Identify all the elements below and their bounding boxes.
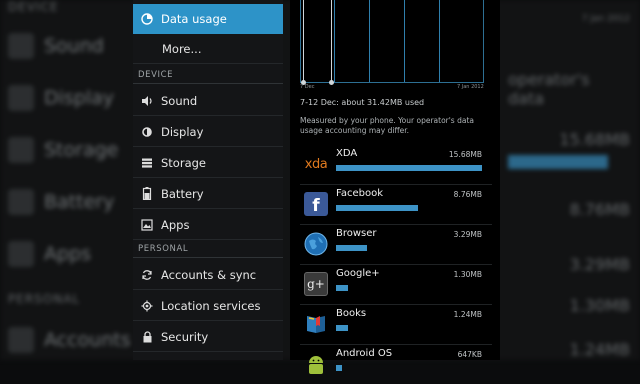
- bg-item: Sound: [8, 26, 104, 66]
- bg-item: Apps: [8, 234, 91, 274]
- settings-item-security[interactable]: Security: [133, 322, 283, 352]
- data-usage-detail: 7 Dec 7 Jan 2012 7-12 Dec: about 31.42MB…: [290, 0, 500, 374]
- bg-item: Display: [8, 78, 114, 118]
- range-summary: 7-12 Dec: about 31.42MB used: [300, 98, 425, 107]
- app-name: Android OS: [336, 348, 393, 359]
- measurement-note: Measured by your phone. Your operator's …: [300, 116, 474, 135]
- books-icon: [304, 312, 328, 336]
- section-header-personal: PERSONAL: [138, 244, 189, 254]
- chart-end-label: 7 Jan 2012: [457, 84, 484, 90]
- settings-item-label: Apps: [161, 217, 190, 232]
- settings-item-label: Sound: [161, 93, 198, 108]
- divider: [133, 83, 283, 84]
- google-plus-icon: g+: [304, 272, 328, 296]
- section-header-device: DEVICE: [138, 70, 174, 80]
- cycle-end-marker: [331, 0, 332, 82]
- bg-item: Storage: [8, 130, 118, 170]
- usage-bar: [336, 205, 418, 211]
- bg-left-list: DEVICE Sound Display Storage Battery App…: [0, 0, 131, 360]
- sync-icon: [140, 268, 154, 282]
- app-row-browser[interactable]: Browser 3.29MB: [300, 224, 492, 265]
- settings-item-data-usage[interactable]: Data usage: [133, 4, 283, 34]
- app-row-facebook[interactable]: f Facebook 8.76MB: [300, 184, 492, 225]
- usage-bar: [336, 365, 342, 371]
- app-size: 15.68MB: [448, 150, 482, 159]
- bg-section-personal: PERSONAL: [8, 292, 81, 306]
- settings-item-label: Security: [161, 329, 209, 344]
- settings-item-label: Data usage: [161, 12, 227, 26]
- battery-icon: [140, 187, 154, 201]
- settings-item-accounts-sync[interactable]: Accounts & sync: [133, 260, 283, 290]
- bg-item: Battery: [8, 182, 114, 222]
- bg-section-device: DEVICE: [8, 0, 59, 14]
- app-row-xda[interactable]: xda XDA 15.68MB: [300, 144, 492, 185]
- data-usage-icon: [140, 12, 154, 26]
- settings-item-storage[interactable]: Storage: [133, 148, 283, 178]
- settings-item-more[interactable]: More...: [133, 34, 283, 64]
- location-icon: [140, 299, 154, 313]
- settings-item-label: Storage: [161, 155, 206, 170]
- sound-icon: [140, 94, 154, 108]
- chart-start-label: 7 Dec: [300, 84, 315, 90]
- app-name: XDA: [336, 148, 358, 159]
- app-size: 1.30MB: [453, 270, 482, 279]
- app-name: Facebook: [336, 188, 383, 199]
- settings-item-label: More...: [162, 41, 202, 56]
- app-size: 647KB: [457, 350, 482, 359]
- settings-item-display[interactable]: Display: [133, 117, 283, 147]
- usage-bar: [336, 245, 367, 251]
- usage-bar: [336, 325, 348, 331]
- facebook-icon: f: [304, 192, 328, 216]
- app-name: Browser: [336, 228, 377, 239]
- lock-icon: [140, 330, 154, 344]
- settings-item-label: Display: [161, 124, 204, 139]
- app-row-google-plus[interactable]: g+ Google+ 1.30MB: [300, 264, 492, 305]
- globe-icon: [304, 232, 328, 256]
- end-handle[interactable]: [329, 80, 334, 85]
- app-name: Books: [336, 308, 367, 319]
- settings-item-battery[interactable]: Battery: [133, 179, 283, 209]
- apps-icon: [140, 218, 154, 232]
- cycle-start-marker: [303, 0, 304, 82]
- settings-item-apps[interactable]: Apps: [133, 210, 283, 240]
- app-size: 3.29MB: [453, 230, 482, 239]
- settings-item-label: Location services: [161, 298, 261, 313]
- bg-item: Accounts: [8, 320, 131, 360]
- settings-item-label: Accounts & sync: [161, 267, 257, 282]
- display-icon: [140, 125, 154, 139]
- usage-bar: [336, 165, 482, 171]
- usage-bar: [336, 285, 349, 291]
- settings-item-location[interactable]: Location services: [133, 291, 283, 321]
- bg-right-pane: 7 Jan 2012 operator's data 15.68MB 8.76M…: [508, 14, 630, 359]
- settings-list: Data usage More... DEVICE Sound Display …: [133, 0, 283, 360]
- settings-item-sound[interactable]: Sound: [133, 86, 283, 116]
- storage-icon: [140, 156, 154, 170]
- xda-logo-icon: xda: [304, 156, 328, 172]
- app-size: 8.76MB: [453, 190, 482, 199]
- android-icon: [304, 352, 328, 376]
- app-row-books[interactable]: Books 1.24MB: [300, 304, 492, 345]
- app-row-android-os[interactable]: Android OS 647KB: [300, 344, 492, 384]
- settings-item-label: Battery: [161, 186, 204, 201]
- divider: [133, 257, 283, 258]
- usage-chart[interactable]: [300, 0, 484, 85]
- app-size: 1.24MB: [453, 310, 482, 319]
- app-name: Google+: [336, 268, 380, 279]
